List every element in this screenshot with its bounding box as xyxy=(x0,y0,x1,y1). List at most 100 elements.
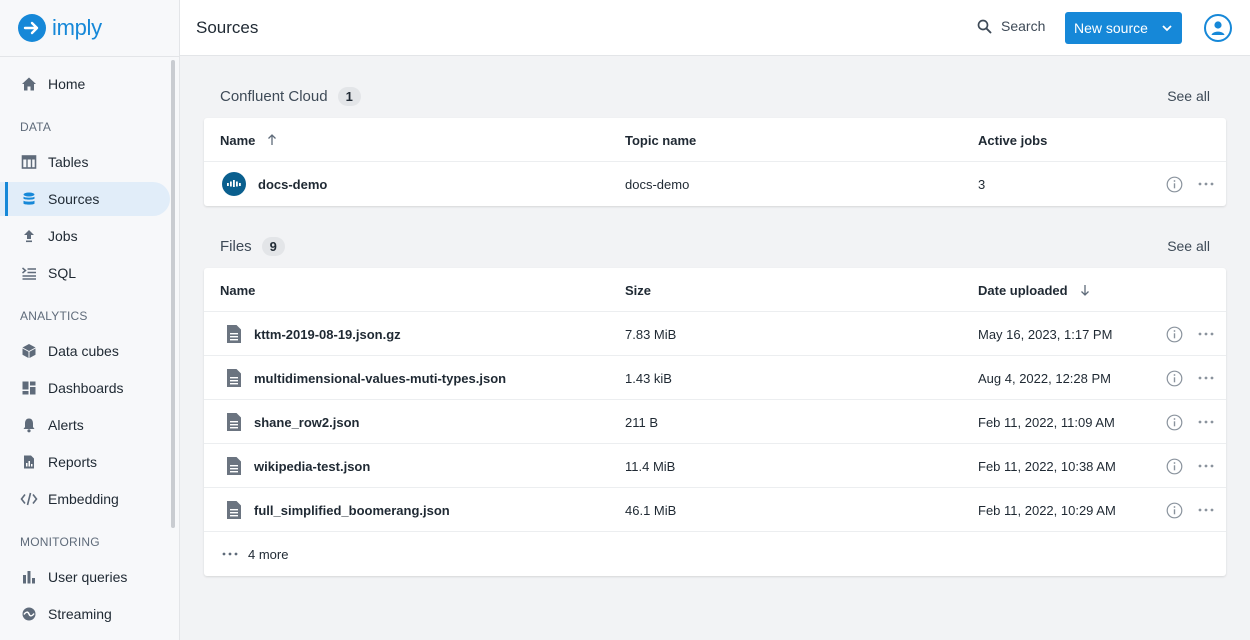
logo[interactable]: imply xyxy=(0,0,179,56)
new-source-label: New source xyxy=(1074,20,1148,36)
code-icon xyxy=(20,490,38,508)
sidebar-item-data-cubes[interactable]: Data cubes xyxy=(0,334,170,368)
confluent-icon xyxy=(222,172,246,196)
active-jobs: 3 xyxy=(978,176,986,192)
column-header-size[interactable]: Size xyxy=(625,268,651,312)
sidebar-item-label: Reports xyxy=(48,454,98,470)
count-badge: 9 xyxy=(261,236,285,256)
search-button[interactable]: Search xyxy=(977,18,1045,34)
row-name-cell: shane_row2.json xyxy=(220,400,359,444)
file-name: wikipedia-test.json xyxy=(254,458,371,474)
database-icon xyxy=(20,190,38,208)
logo-text: imply xyxy=(52,15,102,40)
more-options-icon[interactable] xyxy=(1198,508,1214,512)
report-icon xyxy=(20,453,38,471)
row-name-cell: multidimensional-values-muti-types.json xyxy=(220,356,506,400)
page-title: Sources xyxy=(196,17,259,37)
show-more-label: 4 more xyxy=(248,546,289,562)
see-all-link[interactable]: See all xyxy=(1167,238,1210,254)
table-row[interactable]: shane_row2.json 211 B Feb 11, 2022, 11:0… xyxy=(204,400,1226,444)
sort-ascending-icon xyxy=(268,134,277,145)
sidebar-item-streaming[interactable]: Streaming xyxy=(0,597,170,631)
search-label: Search xyxy=(1001,18,1046,34)
count-badge: 1 xyxy=(337,86,361,106)
sidebar-item-dashboards[interactable]: Dashboards xyxy=(0,371,170,405)
file-icon xyxy=(227,413,241,431)
sidebar-item-label: SQL xyxy=(48,265,77,281)
column-header-name[interactable]: Name xyxy=(220,118,277,162)
sidebar-item-jobs[interactable]: Jobs xyxy=(0,219,170,253)
bar-chart-icon xyxy=(20,568,38,586)
file-date: Feb 11, 2022, 11:09 AM xyxy=(978,414,1115,430)
info-icon[interactable] xyxy=(1166,176,1183,193)
info-icon[interactable] xyxy=(1166,370,1183,387)
sidebar-item-user-queries[interactable]: User queries xyxy=(0,560,170,594)
sort-descending-icon xyxy=(1080,285,1089,296)
file-name: full_simplified_boomerang.json xyxy=(254,502,450,518)
info-icon[interactable] xyxy=(1166,458,1183,475)
topic-name: docs-demo xyxy=(625,176,690,192)
user-icon xyxy=(1211,21,1225,35)
search-icon xyxy=(977,19,992,33)
file-name: kttm-2019-08-19.json.gz xyxy=(254,326,401,342)
more-options-icon[interactable] xyxy=(1198,420,1214,424)
file-size: 7.83 MiB xyxy=(625,326,677,342)
home-icon xyxy=(20,75,38,93)
column-header-date-uploaded[interactable]: Date uploaded xyxy=(978,268,1090,312)
more-options-icon[interactable] xyxy=(1198,332,1214,336)
sidebar-item-sources[interactable]: Sources xyxy=(0,182,170,216)
files-table: Name Size Date uploaded kttm-2019-08-19.… xyxy=(204,268,1226,576)
sidebar-item-label: Dashboards xyxy=(48,380,124,396)
table-row[interactable]: kttm-2019-08-19.json.gz 7.83 MiB May 16,… xyxy=(204,312,1226,356)
ellipsis-icon xyxy=(222,552,238,556)
table-row[interactable]: docs-demo docs-demo 3 xyxy=(204,162,1226,206)
new-source-button[interactable]: New source xyxy=(1065,12,1182,44)
column-header-active-jobs[interactable]: Active jobs xyxy=(978,118,1047,162)
sidebar-item-reports[interactable]: Reports xyxy=(0,445,170,479)
sql-icon xyxy=(20,264,38,282)
file-icon xyxy=(227,325,241,343)
sidebar-item-alerts[interactable]: Alerts xyxy=(0,408,170,442)
files-section-header: Files 9 See all xyxy=(220,235,1210,257)
table-row[interactable]: multidimensional-values-muti-types.json … xyxy=(204,356,1226,400)
sidebar-item-sql[interactable]: SQL xyxy=(0,256,170,290)
sidebar-item-tables[interactable]: Tables xyxy=(0,145,170,179)
sidebar-item-label: Streaming xyxy=(48,606,112,622)
sidebar-item-label: Data cubes xyxy=(48,343,119,359)
file-name: shane_row2.json xyxy=(254,414,360,430)
sidebar-item-label: Tables xyxy=(48,154,89,170)
info-icon[interactable] xyxy=(1166,414,1183,431)
see-all-link[interactable]: See all xyxy=(1167,88,1210,104)
file-date: Feb 11, 2022, 10:29 AM xyxy=(978,502,1116,518)
info-icon[interactable] xyxy=(1166,326,1183,343)
file-size: 11.4 MiB xyxy=(625,458,676,474)
user-avatar[interactable] xyxy=(1204,14,1232,42)
upload-icon xyxy=(20,227,38,245)
sidebar-item-embedding[interactable]: Embedding xyxy=(0,482,170,516)
sidebar: imply Home DATA Tables Sources Jobs SQL … xyxy=(0,0,180,640)
column-header-name[interactable]: Name xyxy=(220,268,255,312)
sidebar-scrollbar[interactable] xyxy=(171,60,175,528)
table-row[interactable]: wikipedia-test.json 11.4 MiB Feb 11, 202… xyxy=(204,444,1226,488)
table-row[interactable]: full_simplified_boomerang.json 46.1 MiB … xyxy=(204,488,1226,532)
column-label: Date uploaded xyxy=(978,282,1068,298)
show-more-row[interactable]: 4 more xyxy=(204,532,1226,576)
nav-group-data: DATA xyxy=(20,120,52,134)
file-date: Feb 11, 2022, 10:38 AM xyxy=(978,458,1116,474)
sidebar-item-label: Sources xyxy=(48,191,100,207)
sidebar-item-label: User queries xyxy=(48,569,128,585)
row-name-cell: docs-demo xyxy=(220,162,327,206)
cube-icon xyxy=(20,342,38,360)
column-header-topic[interactable]: Topic name xyxy=(625,118,696,162)
file-size: 1.43 kiB xyxy=(625,370,672,386)
more-options-icon[interactable] xyxy=(1198,182,1214,186)
info-icon[interactable] xyxy=(1166,502,1183,519)
table-icon xyxy=(20,153,38,171)
more-options-icon[interactable] xyxy=(1198,464,1214,468)
sidebar-item-label: Alerts xyxy=(48,417,84,433)
sidebar-item-home[interactable]: Home xyxy=(0,67,170,101)
more-options-icon[interactable] xyxy=(1198,376,1214,380)
file-size: 211 B xyxy=(625,414,659,430)
sidebar-item-label: Embedding xyxy=(48,491,119,507)
table-header-row: Name Size Date uploaded xyxy=(204,268,1226,312)
